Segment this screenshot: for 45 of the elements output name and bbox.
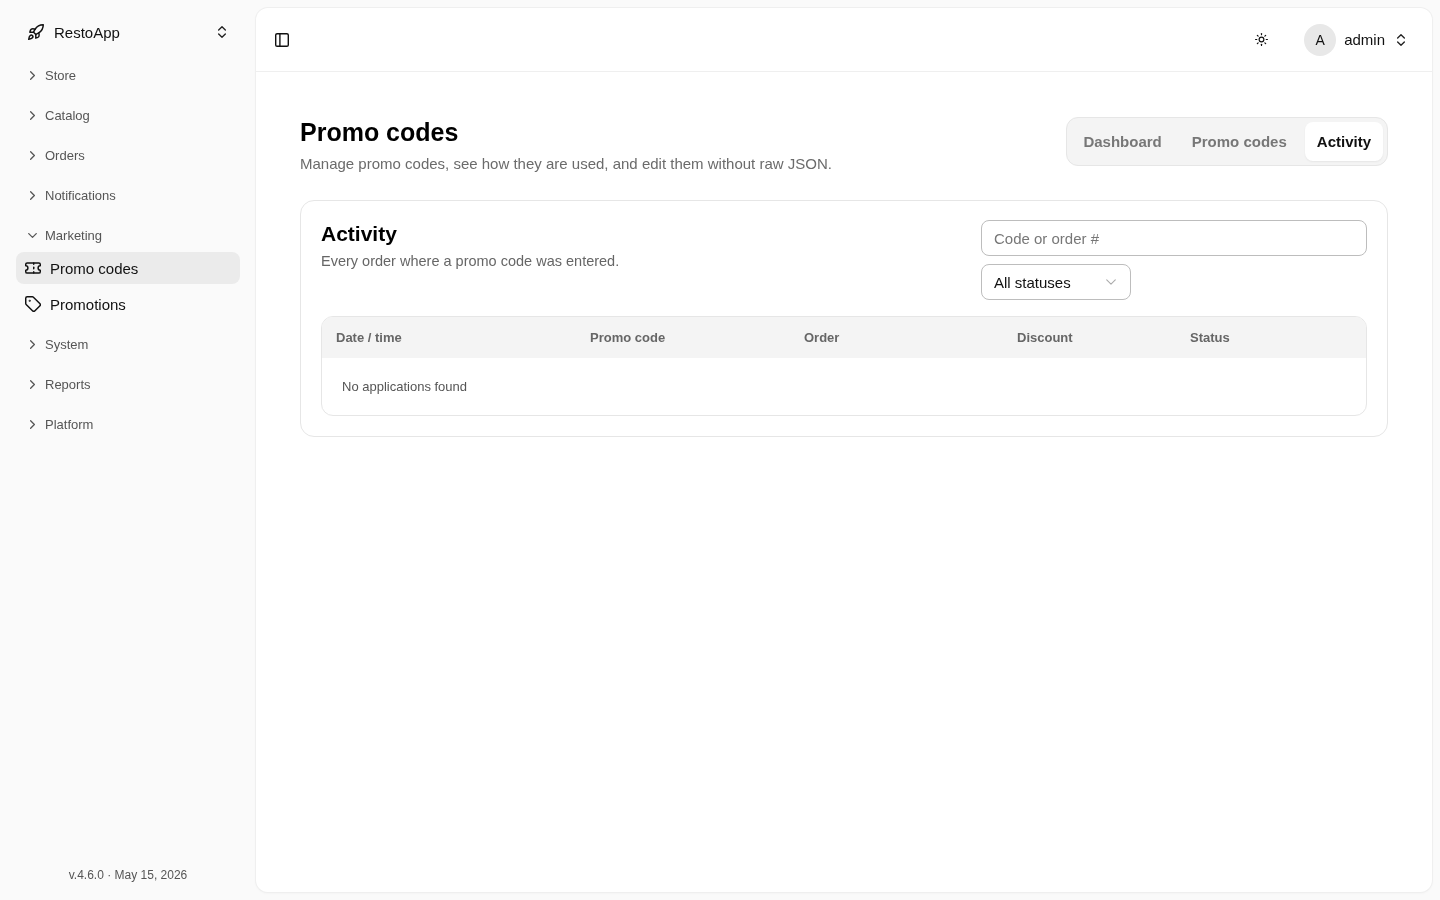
page-title: Promo codes xyxy=(300,117,460,148)
rocket-icon xyxy=(28,24,44,40)
nav-item[interactable]: Promo codes xyxy=(16,252,240,284)
chevrons-up-down-icon xyxy=(1397,33,1405,46)
ticket-icon xyxy=(25,262,41,274)
tag-icon xyxy=(25,296,41,312)
version-text: v.4.6.0 · May 15, 2026 xyxy=(68,867,188,883)
status-select[interactable]: All statuses xyxy=(981,264,1131,300)
chevron-right-icon xyxy=(30,150,35,160)
search-field[interactable]: Code or order # xyxy=(981,220,1367,256)
nav-group[interactable]: System xyxy=(16,328,240,360)
tab[interactable]: Dashboard xyxy=(1071,122,1174,161)
nav-group[interactable]: Marketing xyxy=(16,219,240,251)
sun-icon[interactable] xyxy=(1255,33,1269,46)
tab[interactable]: Promo codes xyxy=(1179,122,1299,161)
chevron-down-icon xyxy=(1106,279,1116,285)
column-header: Discount xyxy=(1017,330,1073,345)
page-subtitle: Manage promo codes, see how they are used, and edit them without raw JSON. xyxy=(300,154,832,174)
nav-group[interactable]: Store xyxy=(16,59,240,91)
nav-group[interactable]: Notifications xyxy=(16,179,240,211)
chevron-right-icon xyxy=(30,110,35,120)
nav-group[interactable]: Reports xyxy=(16,368,240,400)
empty-state-message: No applications found xyxy=(342,379,468,394)
column-header: Promo code xyxy=(590,330,666,345)
user-menu[interactable]: A admin xyxy=(1304,23,1405,56)
chevron-right-icon xyxy=(30,190,35,200)
avatar: A xyxy=(1304,23,1337,56)
card-title: Activity xyxy=(321,221,398,247)
chevrons-up-down-icon xyxy=(218,26,226,38)
tab[interactable]: Activity xyxy=(1304,122,1383,161)
nav-group[interactable]: Orders xyxy=(16,139,240,171)
chevron-right-icon xyxy=(30,379,35,389)
chevron-down-icon xyxy=(28,232,37,238)
chevron-right-icon xyxy=(30,339,35,349)
card-description: Every order where a promo code was entered. xyxy=(321,252,620,271)
chevron-right-icon xyxy=(30,419,35,429)
nav-group[interactable]: Platform xyxy=(16,408,240,440)
column-header: Status xyxy=(1190,330,1230,345)
nav-group[interactable]: Catalog xyxy=(16,99,240,131)
chevron-right-icon xyxy=(30,70,35,80)
column-header: Date / time xyxy=(336,330,402,345)
sidebar-toggle-icon[interactable] xyxy=(275,32,289,47)
nav-item[interactable]: Promotions xyxy=(16,288,240,320)
app-switcher[interactable]: RestoApp xyxy=(16,16,240,48)
column-header: Order xyxy=(804,330,840,345)
